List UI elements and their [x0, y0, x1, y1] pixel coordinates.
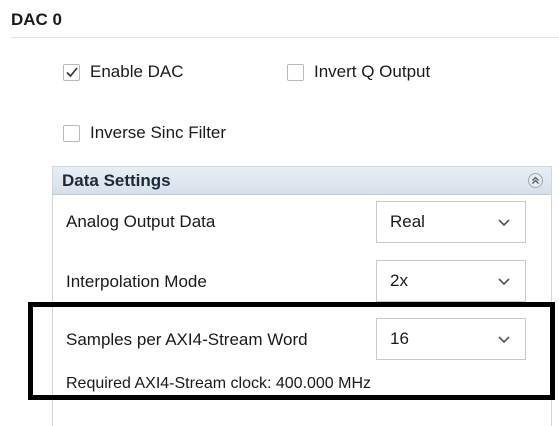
analog-output-data-label: Analog Output Data	[66, 212, 216, 231]
interpolation-mode-row: Interpolation Mode 2x	[53, 258, 551, 304]
chevron-down-icon	[498, 336, 510, 344]
checkbox-unchecked[interactable]	[63, 124, 80, 142]
inverse-sinc-filter-label: Inverse Sinc Filter	[90, 123, 227, 142]
data-settings-title: Data Settings	[62, 171, 171, 190]
select-value: 16	[390, 329, 409, 348]
invert-q-output-checkbox[interactable]: Invert Q Output	[287, 62, 430, 82]
analog-output-data-select[interactable]: Real	[376, 201, 526, 243]
select-value: Real	[390, 212, 425, 231]
section-title: DAC 0	[11, 10, 63, 29]
invert-q-output-label: Invert Q Output	[314, 62, 431, 81]
analog-output-data-row: Analog Output Data Real	[53, 199, 551, 245]
interpolation-mode-select[interactable]: 2x	[376, 260, 526, 302]
interpolation-mode-label: Interpolation Mode	[66, 272, 207, 291]
double-chevron-up-icon[interactable]	[528, 173, 543, 188]
required-clock-text: Required AXI4-Stream clock: 400.000 MHz	[66, 375, 372, 392]
checkbox-checked[interactable]	[63, 63, 80, 81]
enable-dac-checkbox[interactable]: Enable DAC	[63, 62, 184, 82]
chevron-down-icon	[498, 278, 510, 286]
chevron-down-icon	[498, 219, 510, 227]
enable-dac-label: Enable DAC	[90, 62, 184, 81]
select-value: 2x	[390, 271, 408, 290]
samples-per-word-row: Samples per AXI4-Stream Word 16	[53, 317, 551, 363]
check-icon	[65, 67, 78, 78]
samples-per-word-select[interactable]: 16	[376, 318, 526, 360]
checkbox-unchecked[interactable]	[287, 63, 304, 81]
samples-per-word-label: Samples per AXI4-Stream Word	[66, 330, 308, 349]
inverse-sinc-filter-checkbox[interactable]: Inverse Sinc Filter	[63, 123, 226, 143]
data-settings-panel: Data Settings Analog Output Data Real In…	[52, 166, 552, 426]
section-divider	[11, 37, 559, 38]
data-settings-header[interactable]: Data Settings	[53, 167, 551, 195]
